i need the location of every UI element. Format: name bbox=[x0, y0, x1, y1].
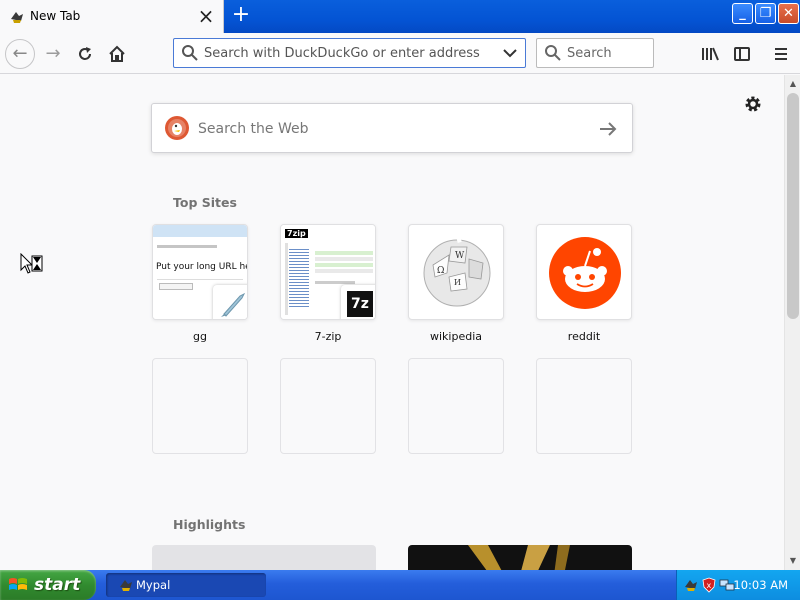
windows-logo-icon bbox=[9, 578, 27, 590]
scroll-up-arrow-icon[interactable]: ▲ bbox=[786, 77, 800, 91]
top-site-tile[interactable]: Ω W И bbox=[408, 224, 504, 320]
top-sites-heading: Top Sites bbox=[173, 195, 237, 210]
search-bar[interactable] bbox=[536, 38, 654, 68]
arrow-right-icon[interactable] bbox=[598, 119, 618, 139]
new-tab-page: Top Sites Put your long URL her gg 7zip bbox=[0, 75, 784, 570]
mypal-app-icon bbox=[120, 580, 132, 591]
top-site-label: gg bbox=[193, 330, 207, 343]
svg-text:И: И bbox=[454, 278, 461, 287]
security-shield-icon[interactable]: x bbox=[701, 577, 717, 593]
reddit-logo-icon bbox=[549, 237, 621, 309]
7zip-logo-text: 7zip bbox=[285, 229, 308, 238]
clock: 10:03 AM bbox=[733, 578, 788, 592]
new-tab-button[interactable]: + bbox=[229, 4, 253, 28]
search-icon bbox=[545, 45, 561, 61]
top-site-label: reddit bbox=[567, 330, 601, 343]
maximize-button[interactable]: ❐ bbox=[755, 3, 776, 24]
highlight-card[interactable] bbox=[408, 545, 632, 570]
window-close-button[interactable]: ✕ bbox=[778, 3, 799, 24]
top-site-tile[interactable] bbox=[536, 224, 632, 320]
7zip-icon: 7z bbox=[347, 291, 373, 317]
site-favicon bbox=[213, 285, 247, 319]
gear-icon[interactable] bbox=[743, 94, 763, 114]
tab-bar: New Tab × + _ ❐ ✕ bbox=[0, 0, 800, 34]
back-button[interactable]: ← bbox=[5, 39, 35, 69]
svg-text:Ω: Ω bbox=[437, 266, 444, 276]
home-icon bbox=[109, 45, 125, 62]
library-icon bbox=[702, 47, 719, 61]
wikipedia-globe-icon: Ω W И bbox=[423, 236, 491, 307]
svg-text:x: x bbox=[707, 581, 712, 590]
chevron-down-icon[interactable] bbox=[501, 43, 519, 63]
taskbar-item-label: Mypal bbox=[136, 578, 171, 592]
scroll-down-arrow-icon[interactable]: ▼ bbox=[786, 554, 800, 568]
sidebar-icon bbox=[734, 47, 750, 61]
top-site-tile[interactable]: 7zip 7z bbox=[280, 224, 376, 320]
reload-button[interactable] bbox=[73, 42, 97, 66]
empty-top-site-slot[interactable] bbox=[152, 358, 248, 454]
empty-top-site-slot[interactable] bbox=[536, 358, 632, 454]
search-icon bbox=[182, 45, 198, 61]
site-favicon: 7z bbox=[341, 285, 375, 319]
url-input[interactable] bbox=[204, 44, 494, 62]
top-site-label: wikipedia bbox=[429, 330, 482, 343]
top-site-tile[interactable]: Put your long URL her bbox=[152, 224, 248, 320]
mypal-tray-icon[interactable] bbox=[683, 577, 699, 593]
tab-new-tab[interactable]: New Tab × bbox=[0, 0, 224, 34]
start-label: start bbox=[34, 575, 81, 595]
sidebar-button[interactable] bbox=[730, 42, 754, 66]
taskbar: start Mypal x 10:03 AM bbox=[0, 570, 800, 600]
top-site-label: 7-zip bbox=[314, 330, 342, 343]
rocket-icon bbox=[221, 292, 246, 317]
reload-icon bbox=[79, 47, 91, 60]
empty-top-site-slot[interactable] bbox=[280, 358, 376, 454]
library-button[interactable] bbox=[698, 42, 722, 66]
empty-top-site-slot[interactable] bbox=[408, 358, 504, 454]
url-bar[interactable] bbox=[173, 38, 526, 68]
start-button[interactable]: start bbox=[0, 570, 96, 600]
menu-button[interactable] bbox=[769, 42, 793, 66]
navigation-toolbar: ← → bbox=[0, 33, 800, 74]
busy-cursor-icon bbox=[20, 253, 43, 274]
search-input[interactable] bbox=[567, 44, 647, 62]
svg-text:W: W bbox=[455, 251, 465, 261]
home-button[interactable] bbox=[105, 42, 129, 66]
web-search-box[interactable] bbox=[151, 103, 633, 153]
web-search-input[interactable] bbox=[198, 119, 578, 139]
tab-title: New Tab bbox=[30, 9, 81, 23]
scrollbar-thumb[interactable] bbox=[787, 93, 799, 319]
tab-close-icon[interactable]: × bbox=[197, 6, 215, 26]
page-scrollbar[interactable]: ▲ ▼ bbox=[784, 75, 800, 570]
minimize-button[interactable]: _ bbox=[732, 3, 753, 24]
duckduckgo-logo-icon bbox=[165, 116, 189, 140]
forward-button[interactable]: → bbox=[41, 42, 65, 66]
mypal-favicon-icon bbox=[11, 12, 23, 23]
highlight-card[interactable] bbox=[152, 545, 376, 570]
highlight-thumbnail bbox=[468, 545, 570, 570]
site-preview-text: Put your long URL her bbox=[156, 262, 248, 272]
hamburger-menu-icon bbox=[775, 48, 787, 60]
highlights-heading: Highlights bbox=[173, 517, 246, 532]
system-tray: x 10:03 AM bbox=[676, 570, 800, 600]
taskbar-item-mypal[interactable]: Mypal bbox=[106, 573, 266, 597]
